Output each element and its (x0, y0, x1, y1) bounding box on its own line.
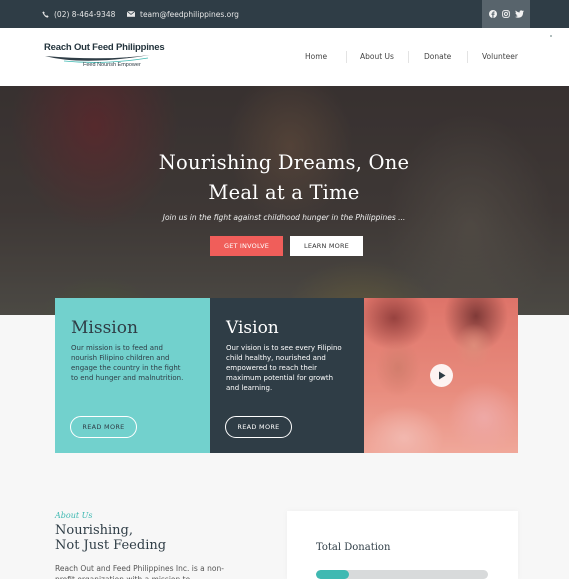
vision-read-more-button[interactable]: READ MORE (225, 416, 292, 438)
twitter-icon[interactable] (514, 10, 524, 19)
get-involve-button[interactable]: GET INVOLVE (210, 236, 283, 256)
hero-banner: Nourishing Dreams, One Meal at a Time Jo… (0, 86, 569, 315)
top-bar: (02) 8-464-9348 team@feedphilippines.org (0, 0, 569, 28)
nav-home[interactable]: Home (305, 52, 327, 61)
mission-title: Mission (71, 318, 138, 338)
about-text: Reach Out and Feed Philippines Inc. is a… (55, 564, 224, 579)
nav-divider (346, 51, 347, 63)
logo-tagline: Feed Nourish Empower (83, 62, 141, 68)
nav-about-us[interactable]: About Us (360, 52, 394, 61)
vision-text: Our vision is to see every Filipino chil… (226, 344, 342, 392)
site-logo[interactable]: Reach Out Feed Philippines Feed Nourish … (44, 42, 165, 74)
hero-title: Nourishing Dreams, One Meal at a Time (158, 151, 410, 204)
about-title-line2: Not Just Feeding (55, 538, 167, 553)
facebook-icon[interactable] (489, 10, 498, 19)
vision-title: Vision (226, 318, 279, 338)
envelope-icon (127, 11, 135, 17)
nav-divider (408, 51, 409, 63)
nav-donate[interactable]: Donate (424, 52, 451, 61)
email-address: team@feedphilippines.org (140, 9, 239, 19)
social-links (482, 0, 530, 28)
learn-more-button[interactable]: LEARN MORE (290, 236, 363, 256)
mission-text: Our mission is to feed and nourish Filip… (71, 344, 184, 382)
hero-subtitle: Join us in the fight against childhood h… (162, 213, 406, 222)
nav-divider (467, 51, 468, 63)
email-contact[interactable]: team@feedphilippines.org (127, 0, 239, 28)
instagram-icon[interactable] (502, 10, 511, 19)
phone-contact[interactable]: (02) 8-464-9348 (42, 0, 115, 28)
donation-progress-fill (316, 570, 349, 579)
donation-progress-bar (316, 570, 488, 579)
about-label: About Us (55, 511, 93, 520)
about-title-line1: Nourishing, (55, 523, 133, 538)
about-title: Nourishing, Not Just Feeding (55, 523, 166, 553)
mission-read-more-button[interactable]: READ MORE (70, 416, 137, 438)
header-dot (550, 35, 552, 37)
phone-number: (02) 8-464-9348 (54, 9, 116, 19)
donation-card: Total Donation (287, 511, 518, 579)
play-icon[interactable] (430, 364, 453, 387)
video-thumbnail[interactable] (364, 298, 518, 453)
phone-icon (42, 10, 49, 18)
vision-card: Vision Our vision is to see every Filipi… (210, 298, 364, 453)
donation-title: Total Donation (316, 542, 391, 553)
mission-card: Mission Our mission is to feed and nouri… (55, 298, 210, 453)
nav-volunteer[interactable]: Volunteer (482, 52, 518, 61)
site-header: Reach Out Feed Philippines Feed Nourish … (0, 28, 569, 86)
